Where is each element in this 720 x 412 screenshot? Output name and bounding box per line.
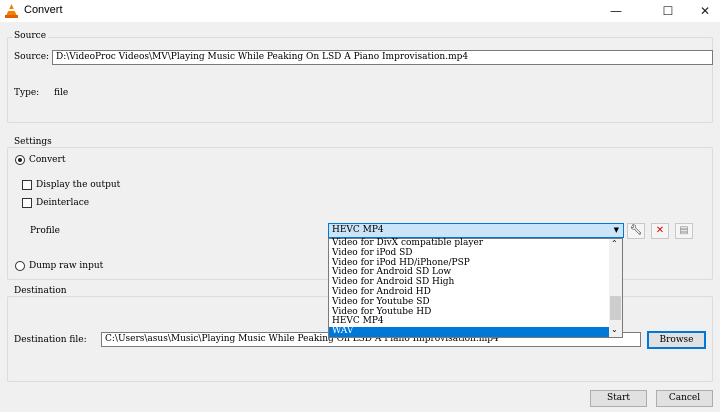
deinterlace-checkbox[interactable]: [22, 198, 32, 208]
scrollbar-thumb[interactable]: [610, 296, 621, 320]
destination-label: Destination file:: [14, 335, 87, 345]
close-button[interactable]: ✕: [690, 2, 720, 20]
delete-profile-button[interactable]: ✕: [651, 223, 669, 239]
source-input[interactable]: D:\VideoProc Videos\MV\Playing Music Whi…: [52, 50, 713, 65]
list-scrollbar[interactable]: ⌃ ⌄: [609, 239, 622, 337]
window-title: Convert: [24, 4, 63, 16]
deinterlace-label: Deinterlace: [36, 198, 90, 208]
dump-raw-radio[interactable]: [15, 261, 25, 271]
scroll-down-icon[interactable]: ⌄: [611, 325, 618, 334]
source-group-label: Source: [12, 31, 49, 41]
delete-icon: ✕: [655, 225, 665, 236]
convert-radio[interactable]: [15, 155, 25, 165]
display-output-checkbox[interactable]: [22, 180, 32, 190]
cancel-button[interactable]: Cancel: [656, 390, 713, 407]
start-button[interactable]: Start: [590, 390, 647, 407]
new-profile-icon: ▤: [679, 225, 689, 236]
chevron-down-icon: ▼: [613, 226, 619, 234]
type-value: file: [54, 88, 69, 98]
settings-group-label: Settings: [12, 137, 54, 147]
scroll-up-icon[interactable]: ⌃: [611, 239, 618, 248]
profile-selected: HEVC MP4: [332, 225, 384, 235]
wrench-icon: 🔧︎: [629, 225, 643, 236]
vlc-cone-icon: [5, 4, 18, 18]
new-profile-button[interactable]: ▤: [675, 223, 693, 239]
profile-option[interactable]: HEVC MP4: [329, 317, 622, 327]
destination-group-label: Destination: [12, 286, 69, 296]
browse-button[interactable]: Browse: [647, 331, 706, 349]
convert-label: Convert: [29, 155, 66, 165]
profile-dropdown[interactable]: HEVC MP4 ▼: [328, 223, 624, 238]
minimize-button[interactable]: —: [601, 2, 631, 20]
title-bar: Convert — ☐ ✕: [0, 0, 720, 22]
profile-option-selected[interactable]: WAV: [329, 326, 609, 337]
profile-options-list[interactable]: Video for DivX compatible player Video f…: [328, 238, 623, 338]
edit-profile-button[interactable]: 🔧︎: [627, 223, 645, 239]
dump-raw-label: Dump raw input: [29, 261, 104, 271]
display-output-label: Display the output: [36, 180, 121, 190]
source-label: Source:: [14, 52, 50, 62]
profile-label: Profile: [30, 226, 60, 236]
maximize-button[interactable]: ☐: [653, 2, 683, 20]
type-label: Type:: [14, 88, 40, 98]
